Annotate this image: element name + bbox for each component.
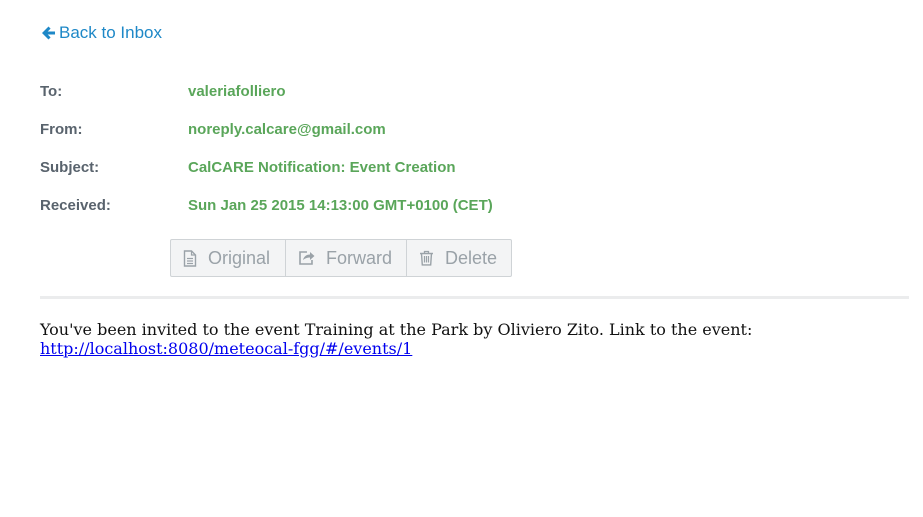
subject-value: CalCARE Notification: Event Creation [188, 158, 456, 176]
arrow-left-icon [42, 26, 55, 40]
from-value: noreply.calcare@gmail.com [188, 120, 386, 138]
from-row: From: noreply.calcare@gmail.com [40, 119, 386, 139]
to-row: To: valeriafolliero [40, 81, 286, 101]
document-icon [183, 249, 197, 267]
back-to-inbox-link[interactable]: Back to Inbox [40, 23, 162, 43]
delete-button[interactable]: Delete [407, 240, 511, 276]
subject-label: Subject: [40, 158, 100, 176]
header-divider [40, 296, 909, 299]
event-link[interactable]: http://localhost:8080/meteocal-fgg/#/eve… [40, 339, 412, 358]
original-label: Original [208, 247, 271, 268]
received-label: Received: [40, 196, 111, 214]
trash-icon [419, 250, 433, 266]
delete-label: Delete [444, 247, 497, 268]
message-body: You've been invited to the event Trainin… [40, 320, 900, 358]
from-label: From: [40, 120, 83, 138]
subject-row: Subject: CalCARE Notification: Event Cre… [40, 157, 456, 177]
forward-label: Forward [325, 247, 392, 268]
message-text: You've been invited to the event Trainin… [40, 320, 753, 339]
forward-button[interactable]: Forward [286, 240, 407, 276]
original-button[interactable]: Original [171, 240, 286, 276]
received-value: Sun Jan 25 2015 14:13:00 GMT+0100 (CET) [188, 196, 493, 214]
back-to-inbox-label: Back to Inbox [59, 23, 163, 42]
share-icon [299, 251, 315, 265]
to-label: To: [40, 82, 63, 100]
to-value: valeriafolliero [188, 82, 286, 100]
received-row: Received: Sun Jan 25 2015 14:13:00 GMT+0… [40, 195, 493, 215]
message-actions: Original Forward Delete [170, 239, 512, 277]
